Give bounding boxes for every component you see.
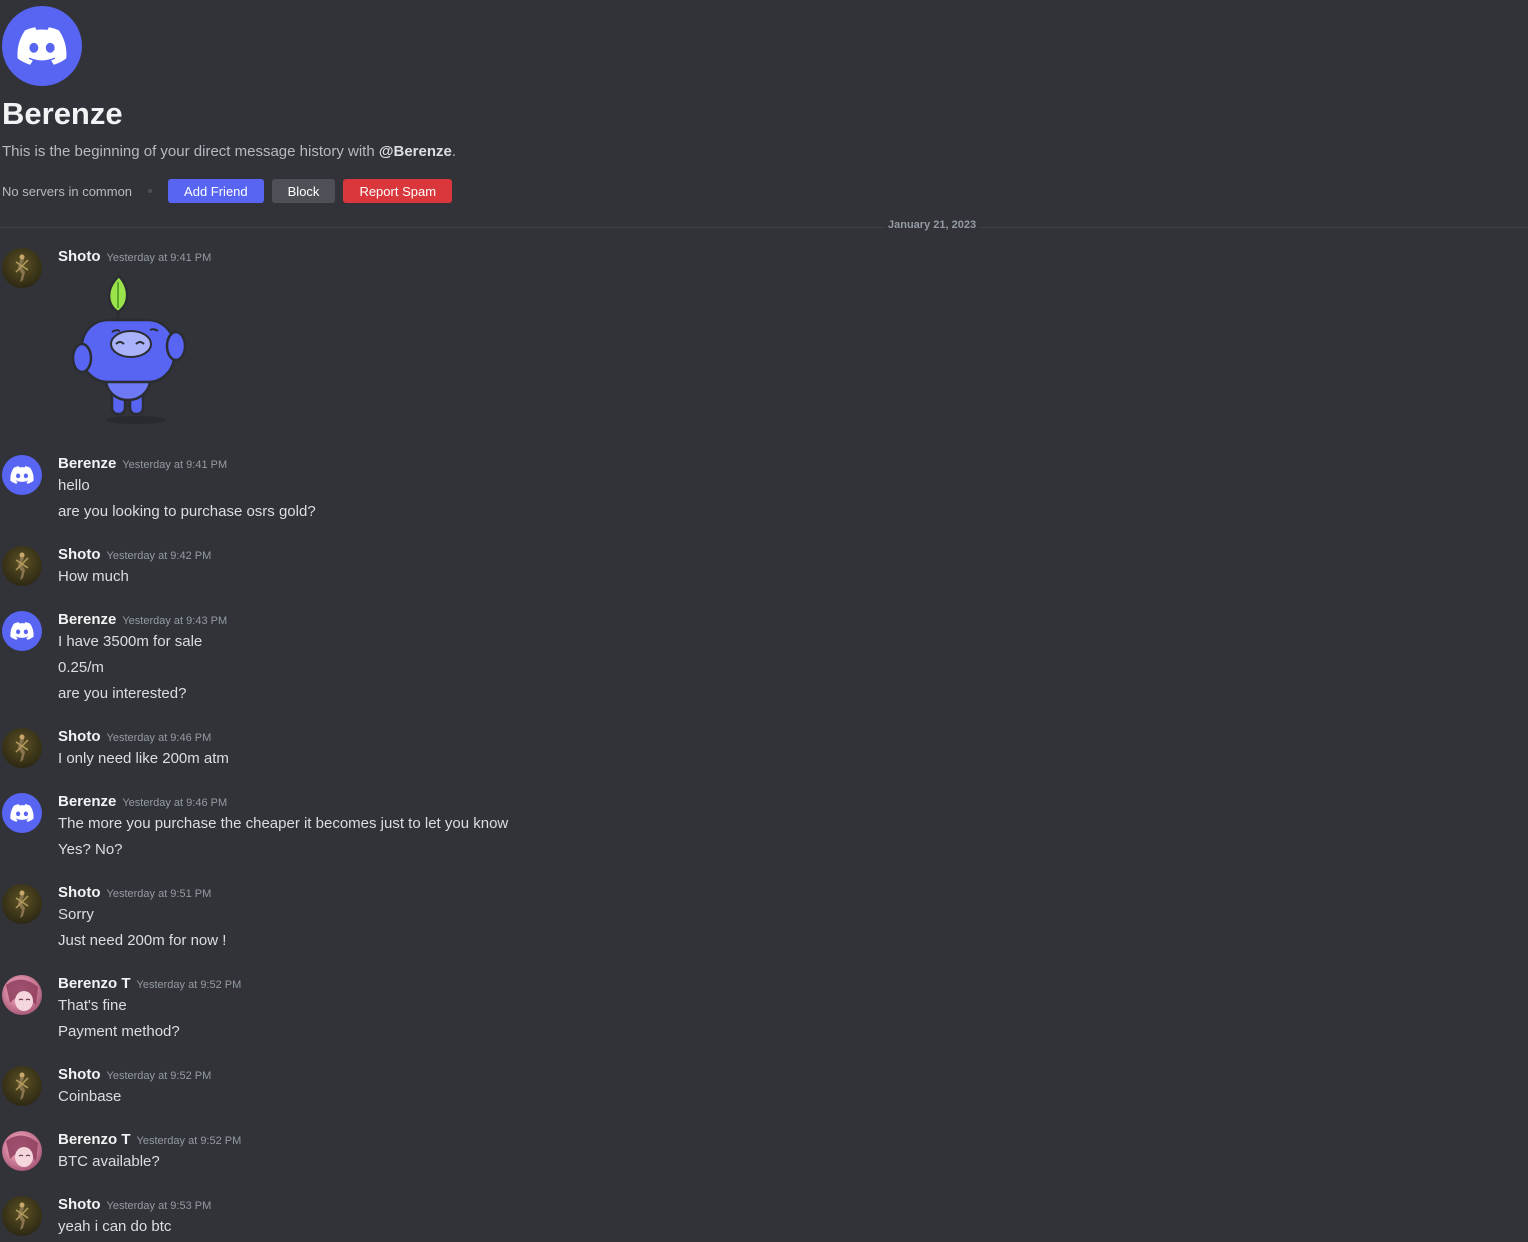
- message-text: Just need 200m for now !: [58, 932, 227, 949]
- separator-dot: [148, 189, 153, 193]
- discord-icon: [10, 466, 34, 484]
- date-divider-label: January 21, 2023: [884, 219, 981, 231]
- username[interactable]: Shoto: [58, 1066, 101, 1083]
- message-text: I only need like 200m atm: [58, 750, 229, 767]
- message-header: Berenzo T Yesterday at 9:52 PM: [58, 1131, 241, 1149]
- dm-actions: No servers in common Add Friend Block Re…: [2, 179, 460, 203]
- username[interactable]: Shoto: [58, 884, 101, 901]
- timestamp: Yesterday at 9:52 PM: [136, 979, 242, 991]
- shoto-avatar[interactable]: [2, 546, 42, 586]
- username[interactable]: Berenzo T: [58, 975, 131, 992]
- message-text: are you looking to purchase osrs gold?: [58, 503, 316, 520]
- berenzo-avatar[interactable]: [2, 975, 42, 1015]
- timestamp: Yesterday at 9:46 PM: [106, 732, 212, 744]
- timestamp: Yesterday at 9:41 PM: [122, 459, 228, 471]
- message-header: Shoto Yesterday at 9:46 PM: [58, 728, 211, 746]
- username[interactable]: Berenze: [58, 611, 116, 628]
- discord-icon: [17, 27, 67, 65]
- message-text: Yes? No?: [58, 841, 123, 858]
- message-text: That's fine: [58, 997, 127, 1014]
- message-text: The more you purchase the cheaper it bec…: [58, 815, 509, 832]
- message-header: Shoto Yesterday at 9:41 PM: [58, 248, 211, 266]
- block-button[interactable]: Block: [271, 179, 336, 203]
- message-text: hello: [58, 477, 90, 494]
- username[interactable]: Berenze: [58, 455, 116, 472]
- timestamp: Yesterday at 9:43 PM: [122, 615, 228, 627]
- discord-logo-avatar: [2, 6, 82, 86]
- message-text: yeah i can do btc: [58, 1218, 172, 1235]
- intro-suffix: .: [451, 143, 457, 160]
- timestamp: Yesterday at 9:51 PM: [106, 888, 212, 900]
- username[interactable]: Berenzo T: [58, 1131, 131, 1148]
- dm-title: Berenze: [2, 96, 123, 131]
- berenzo-avatar[interactable]: [2, 1131, 42, 1171]
- dm-header: [2, 6, 1522, 86]
- shoto-avatar[interactable]: [2, 1196, 42, 1236]
- timestamp: Yesterday at 9:52 PM: [136, 1135, 242, 1147]
- add-friend-button[interactable]: Add Friend: [168, 179, 264, 203]
- timestamp: Yesterday at 9:52 PM: [106, 1070, 212, 1082]
- message-text: are you interested?: [58, 685, 187, 702]
- username[interactable]: Shoto: [58, 546, 101, 563]
- message-header: Shoto Yesterday at 9:53 PM: [58, 1196, 211, 1214]
- message-text: How much: [58, 568, 129, 585]
- message-header: Shoto Yesterday at 9:52 PM: [58, 1066, 211, 1084]
- message-header: Shoto Yesterday at 9:51 PM: [58, 884, 211, 902]
- intro-prefix: This is the beginning of your direct mes…: [2, 143, 379, 160]
- timestamp: Yesterday at 9:41 PM: [106, 252, 212, 264]
- discord-icon: [10, 622, 34, 640]
- message-text: BTC available?: [58, 1153, 160, 1170]
- intro-handle: @Berenze: [378, 143, 452, 160]
- shoto-avatar[interactable]: [2, 728, 42, 768]
- shoto-avatar[interactable]: [2, 248, 42, 288]
- message-header: Shoto Yesterday at 9:42 PM: [58, 546, 211, 564]
- discord-avatar[interactable]: [2, 611, 42, 651]
- wumpus-sticker: [71, 274, 187, 424]
- message-header: Berenze Yesterday at 9:41 PM: [58, 455, 227, 473]
- username[interactable]: Shoto: [58, 1196, 101, 1213]
- message-header: Berenze Yesterday at 9:46 PM: [58, 793, 227, 811]
- timestamp: Yesterday at 9:53 PM: [106, 1200, 212, 1212]
- shoto-avatar[interactable]: [2, 1066, 42, 1106]
- timestamp: Yesterday at 9:42 PM: [106, 550, 212, 562]
- message-header: Berenzo T Yesterday at 9:52 PM: [58, 975, 241, 993]
- username[interactable]: Shoto: [58, 728, 101, 745]
- message-text: Sorry: [58, 906, 94, 923]
- discord-avatar[interactable]: [2, 793, 42, 833]
- mutual-servers-label: No servers in common: [2, 183, 133, 199]
- dm-intro-text: This is the beginning of your direct mes…: [2, 143, 456, 160]
- report-spam-button[interactable]: Report Spam: [343, 179, 453, 203]
- date-divider: [0, 227, 1528, 228]
- message-text: Coinbase: [58, 1088, 122, 1105]
- timestamp: Yesterday at 9:46 PM: [122, 797, 228, 809]
- username[interactable]: Berenze: [58, 793, 116, 810]
- message-text: 0.25/m: [58, 659, 104, 676]
- username[interactable]: Shoto: [58, 248, 101, 265]
- sticker[interactable]: [66, 268, 196, 428]
- discord-avatar[interactable]: [2, 455, 42, 495]
- message-text: I have 3500m for sale: [58, 633, 203, 650]
- message-text: Payment method?: [58, 1023, 180, 1040]
- shoto-avatar[interactable]: [2, 884, 42, 924]
- discord-icon: [10, 804, 34, 822]
- message-header: Berenze Yesterday at 9:43 PM: [58, 611, 227, 629]
